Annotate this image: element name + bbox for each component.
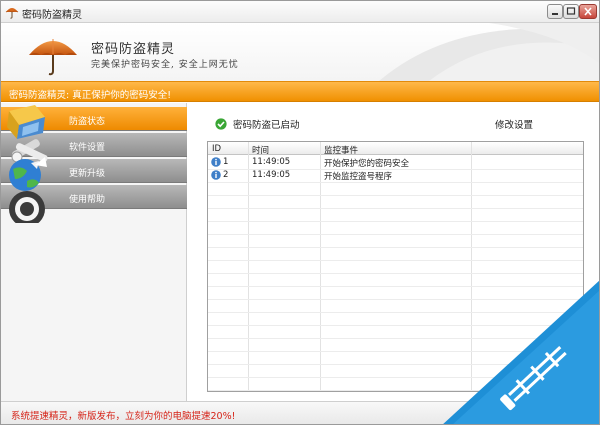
sidebar-item-label: 更新升级	[69, 169, 106, 179]
row-divider	[208, 195, 583, 196]
site-watermark-logo	[443, 280, 599, 424]
row-divider	[208, 247, 583, 248]
title-bar[interactable]: 密码防盗精灵	[1, 1, 599, 23]
sidebar-item-label: 防盗状态	[69, 117, 106, 127]
row-divider	[208, 234, 583, 235]
sidebar-item-label: 使用帮助	[69, 195, 106, 205]
row-divider	[208, 221, 583, 222]
sidebar-item-label: 软件设置	[69, 143, 106, 153]
cell-id: 1	[223, 157, 229, 167]
sidebar: 防盗状态 软件设置 更新升级 使用帮助	[1, 103, 187, 401]
banner-text: 密码防盗精灵: 真正保护你的密码安全!	[9, 90, 172, 101]
umbrella-icon	[5, 8, 19, 19]
row-divider	[208, 208, 583, 209]
table-header: ID 时间 监控事件	[208, 142, 583, 156]
column-header-id[interactable]: ID	[212, 144, 221, 154]
cell-id: 2	[223, 170, 229, 180]
row-divider	[208, 169, 583, 170]
row-divider	[208, 260, 583, 261]
app-window: 密码防盗精灵 密码防盗精灵 完美保护密码安全, 安全上网无忧 密码防盗精灵: 真…	[0, 0, 600, 425]
minimize-icon	[552, 13, 558, 15]
cell-time: 11:49:05	[252, 170, 291, 180]
row-divider	[208, 182, 583, 183]
column-header-event[interactable]: 监控事件	[324, 144, 358, 156]
header-decoration	[379, 23, 599, 81]
info-banner: 密码防盗精灵: 真正保护你的密码安全!	[1, 81, 599, 102]
info-icon	[211, 170, 221, 180]
modify-settings-link[interactable]: 修改设置	[495, 117, 533, 131]
cell-event: 开始保护您的密码安全	[324, 159, 410, 169]
umbrella-logo-icon	[29, 39, 77, 76]
app-tagline: 完美保护密码安全, 安全上网无忧	[91, 60, 239, 70]
app-header: 密码防盗精灵 完美保护密码安全, 安全上网无忧	[1, 23, 599, 81]
column-header-time[interactable]: 时间	[252, 144, 269, 156]
table-row[interactable]: 2 11:49:05 开始监控盗号程序	[208, 169, 583, 182]
table-row[interactable]: 1 11:49:05 开始保护您的密码安全	[208, 156, 583, 169]
check-icon	[215, 118, 227, 130]
cell-event: 开始监控盗号程序	[324, 172, 393, 182]
row-divider	[208, 273, 583, 274]
app-name: 密码防盗精灵	[91, 42, 176, 57]
promo-link[interactable]: 系统提速精灵，新版发布，立刻为你的电脑提速20%!	[11, 408, 235, 422]
help-icon	[9, 191, 45, 223]
window-title: 密码防盗精灵	[22, 10, 82, 21]
maximize-icon	[566, 7, 576, 15]
status-text: 密码防盗已启动	[233, 120, 300, 131]
maximize-button[interactable]	[563, 4, 579, 19]
close-button[interactable]	[579, 4, 597, 19]
minimize-button[interactable]	[547, 4, 563, 19]
info-icon	[211, 157, 221, 167]
cell-time: 11:49:05	[252, 157, 291, 167]
close-icon	[584, 7, 592, 16]
